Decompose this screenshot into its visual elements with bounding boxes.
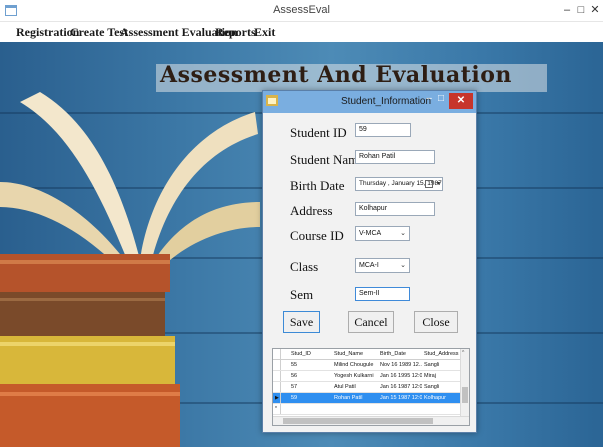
- dialog-title-bar[interactable]: Student_Information – □ ✕: [263, 91, 476, 113]
- sem-field[interactable]: Sem-II: [355, 287, 410, 301]
- maximize-button[interactable]: □: [574, 3, 588, 17]
- column-header-stud-address[interactable]: Stud_Address: [424, 351, 459, 357]
- course-id-value: V-MCA: [359, 230, 382, 237]
- books-illustration: [0, 92, 260, 447]
- table-row[interactable]: 55 Milind Chougule Nov 16 1989 12... San…: [273, 360, 461, 371]
- table-row[interactable]: 57 Atul Patil Jan 16 1987 12:0... Sangli: [273, 382, 461, 393]
- grid-header-row: Stud_ID Stud_Name Birth_Date Stud_Addres…: [273, 349, 461, 360]
- cell-stud-address: Kolhapur: [424, 395, 447, 401]
- students-data-grid[interactable]: Stud_ID Stud_Name Birth_Date Stud_Addres…: [272, 348, 470, 426]
- close-button[interactable]: ✕: [588, 3, 602, 17]
- cell-stud-name: Yogesh Kulkarni: [334, 373, 374, 379]
- cell-birth-date: Jan 15 1987 12:0...: [380, 395, 422, 401]
- cell-stud-id: 55: [291, 362, 298, 368]
- grid-vertical-scrollbar[interactable]: ^: [460, 349, 469, 418]
- save-button[interactable]: Save: [283, 311, 320, 333]
- class-label: Class: [290, 259, 319, 274]
- class-select[interactable]: MCA-I ⌄: [355, 258, 410, 273]
- menu-item-reports[interactable]: Reports: [215, 25, 256, 40]
- column-header-stud-name[interactable]: Stud_Name: [334, 351, 363, 357]
- student-id-field[interactable]: 59: [355, 123, 411, 137]
- new-row-asterisk-icon: *: [275, 406, 277, 412]
- row-header: [273, 360, 281, 370]
- cell-birth-date: Jan 16 1987 12:0...: [380, 384, 422, 390]
- cell-stud-id: 57: [291, 384, 298, 390]
- student-name-field[interactable]: Rohan Patil: [355, 150, 435, 164]
- calendar-icon: [425, 180, 433, 188]
- address-label: Address: [290, 203, 333, 218]
- table-row-selected[interactable]: ▶ 59 Rohan Patil Jan 15 1987 12:0... Kol…: [273, 393, 461, 404]
- dialog-title: Student_Information: [341, 96, 432, 107]
- cell-stud-name: Atul Patil: [334, 384, 356, 390]
- current-row-arrow-icon: ▶: [275, 395, 279, 401]
- row-header: [273, 371, 281, 381]
- course-id-label: Course ID: [290, 228, 344, 243]
- scrollbar-thumb[interactable]: [462, 387, 468, 403]
- cell-birth-date: Nov 16 1989 12...: [380, 362, 422, 368]
- row-header: [273, 382, 281, 392]
- chevron-down-icon: ⌄: [400, 262, 406, 269]
- menu-bar: Registration Create Test Assessment Eval…: [0, 22, 603, 42]
- main-title-bar: AssessEval – □ ✕: [0, 0, 603, 22]
- dialog-icon: [266, 95, 278, 106]
- dropdown-arrow-icon: ▾: [436, 181, 440, 187]
- row-header-column: [273, 349, 281, 359]
- dialog-maximize-button[interactable]: □: [435, 93, 447, 107]
- dialog-minimize-button[interactable]: –: [423, 93, 435, 107]
- cell-birth-date: Jan 16 1995 12:0...: [380, 373, 422, 379]
- birth-date-picker[interactable]: Thursday , January 15, 1987 ▾: [355, 177, 443, 191]
- cell-stud-address: Sangli: [424, 362, 440, 368]
- cell-stud-address: Sangli: [424, 384, 440, 390]
- scroll-up-arrow-icon[interactable]: ^: [462, 350, 464, 356]
- menu-item-exit[interactable]: Exit: [254, 25, 275, 40]
- dialog-close-button[interactable]: ✕: [449, 93, 473, 109]
- cell-stud-name: Milind Chougule: [334, 362, 374, 368]
- cell-stud-id: 59: [291, 395, 298, 401]
- cell-stud-id: 56: [291, 373, 298, 379]
- table-row-new[interactable]: *: [273, 404, 461, 415]
- banner-title: Assessment And Evaluation: [160, 62, 512, 88]
- chevron-down-icon: ⌄: [400, 230, 406, 237]
- column-header-birth-date[interactable]: Birth_Date: [380, 351, 406, 357]
- sem-label: Sem: [290, 287, 314, 302]
- row-header: *: [273, 404, 281, 414]
- row-header: ▶: [273, 393, 281, 403]
- cancel-button[interactable]: Cancel: [348, 311, 394, 333]
- scrollbar-thumb[interactable]: [283, 418, 433, 424]
- course-id-select[interactable]: V-MCA ⌄: [355, 226, 410, 241]
- address-field[interactable]: Kolhapur: [355, 202, 435, 216]
- window-title: AssessEval: [273, 4, 330, 16]
- student-id-label: Student ID: [290, 125, 347, 140]
- student-information-dialog: Student_Information – □ ✕ Student ID Stu…: [262, 90, 477, 433]
- close-dialog-button[interactable]: Close: [414, 311, 458, 333]
- column-header-stud-id[interactable]: Stud_ID: [291, 351, 311, 357]
- student-name-label: Student Name: [290, 152, 365, 167]
- birth-date-label: Birth Date: [290, 178, 345, 193]
- class-value: MCA-I: [359, 262, 379, 269]
- table-row[interactable]: 56 Yogesh Kulkarni Jan 16 1995 12:0... M…: [273, 371, 461, 382]
- grid-horizontal-scrollbar[interactable]: [273, 416, 469, 425]
- minimize-button[interactable]: –: [560, 3, 574, 17]
- cell-stud-address: Miraj: [424, 373, 436, 379]
- cell-stud-name: Rohan Patil: [334, 395, 363, 401]
